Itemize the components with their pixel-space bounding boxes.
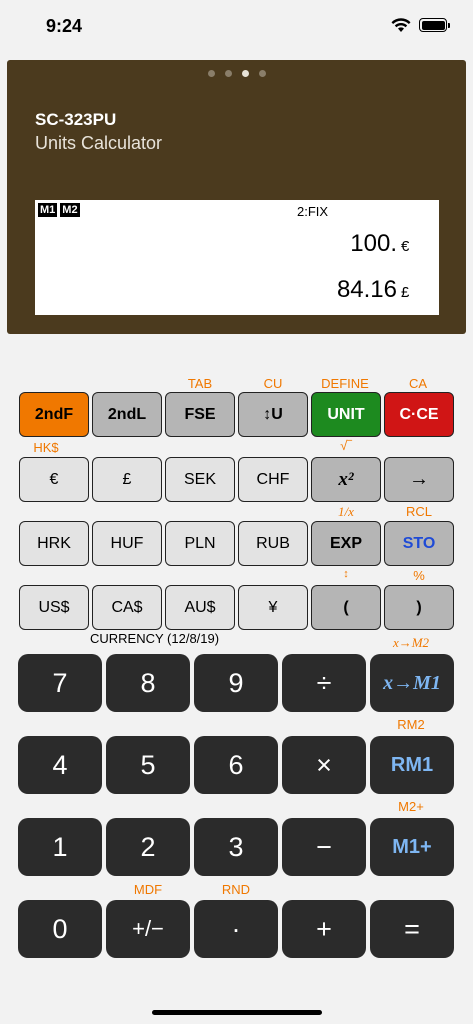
equals-key[interactable]: = [370,900,454,958]
digit-4-key[interactable]: 4 [18,736,102,794]
huf-key[interactable]: HUF [92,521,162,566]
store-m1-key[interactable]: x→M1 [370,654,454,712]
memory-plus-key[interactable]: M1+ [370,818,454,876]
page-dot-active[interactable] [241,70,249,77]
pound-key[interactable]: £ [92,457,162,502]
paren-close-alt-label: % [413,568,425,583]
exp-key[interactable]: EXP [311,521,381,566]
cad-key[interactable]: CA$ [92,585,162,630]
digit-8-key[interactable]: 8 [106,654,190,712]
u-alt-label: CU [263,376,283,391]
unit-key[interactable]: UNIT [311,392,381,437]
multiply-key[interactable]: × [282,736,366,794]
paren-open-alt-label: ↕ [343,568,349,580]
digit-7-key[interactable]: 7 [18,654,102,712]
display-mode: 2:FIX [297,204,329,219]
fse-alt-label: TAB [187,376,213,391]
plusminus-alt-label: MDF [133,882,163,897]
sek-key[interactable]: SEK [165,457,235,502]
arrow-right-key[interactable]: → [384,457,454,502]
aud-key[interactable]: AU$ [165,585,235,630]
calculator-header: SC-323PU Units Calculator M1 M2 2:FIX 10… [7,60,466,334]
display-value-primary: 100. [350,230,397,257]
app-subtitle: Units Calculator [35,133,163,153]
digit-6-key[interactable]: 6 [194,736,278,794]
wifi-icon [391,18,411,32]
page-dot[interactable] [258,70,266,77]
status-bar: 9:24 [0,0,473,52]
unit-alt-label: DEFINE [321,376,369,391]
page-dot[interactable] [224,70,232,77]
divide-key[interactable]: ÷ [282,654,366,712]
x2-alt-label: √‾ [340,438,352,453]
digit-9-key[interactable]: 9 [194,654,278,712]
fse-key[interactable]: FSE [165,392,235,437]
euro-key[interactable]: € [19,457,89,502]
recall-m1-key[interactable]: RM1 [370,736,454,794]
model-name: SC-323PU [35,110,117,129]
memory-indicators: M1 M2 [38,203,80,217]
second-l-key[interactable]: 2ndL [92,392,162,437]
chf-key[interactable]: CHF [238,457,308,502]
add-key[interactable]: + [282,900,366,958]
paren-close-key[interactable]: ) [384,585,454,630]
clear-key[interactable]: C·CE [384,392,454,437]
digit-5-key[interactable]: 5 [106,736,190,794]
currency-rates-date: CURRENCY (12/8/19) [90,631,220,646]
page-indicator[interactable] [7,70,466,77]
euro-alt-label: HK$ [33,440,59,455]
display-value-secondary: 84.16 [336,276,397,303]
mplus-alt-label: M2+ [398,799,424,814]
hrk-key[interactable]: HRK [19,521,89,566]
cce-alt-label: CA [408,376,428,391]
rm1-alt-label: RM2 [397,717,425,732]
page-dot[interactable] [207,70,215,77]
sto-alt-label: RCL [405,504,432,519]
subtract-key[interactable]: − [282,818,366,876]
display-unit-primary: € [401,238,410,255]
paren-open-key[interactable]: ( [311,585,381,630]
decimal-point-key[interactable]: · [194,900,278,958]
xm1-alt-label: x→M2 [392,635,430,650]
digit-3-key[interactable]: 3 [194,818,278,876]
pln-key[interactable]: PLN [165,521,235,566]
memory-2-badge: M2 [60,203,80,217]
store-key[interactable]: STO [384,521,454,566]
digit-2-key[interactable]: 2 [106,818,190,876]
exp-alt-label: 1/x [338,504,354,519]
usd-key[interactable]: US$ [19,585,89,630]
rub-key[interactable]: RUB [238,521,308,566]
unit-swap-key[interactable]: ↕U [238,392,308,437]
digit-1-key[interactable]: 1 [18,818,102,876]
calculator-display: M1 M2 2:FIX 100. € 84.16 £ [35,200,439,315]
dot-alt-label: RND [221,882,251,897]
yen-key[interactable]: ¥ [238,585,308,630]
digit-0-key[interactable]: 0 [18,900,102,958]
second-f-key[interactable]: 2ndF [19,392,89,437]
memory-1-badge: M1 [38,203,58,217]
home-indicator[interactable] [152,1010,322,1015]
display-unit-secondary: £ [401,284,410,301]
plus-minus-key[interactable]: +/− [106,900,190,958]
status-time: 9:24 [46,16,83,36]
battery-icon [419,18,450,32]
square-key[interactable]: x² [311,457,381,502]
